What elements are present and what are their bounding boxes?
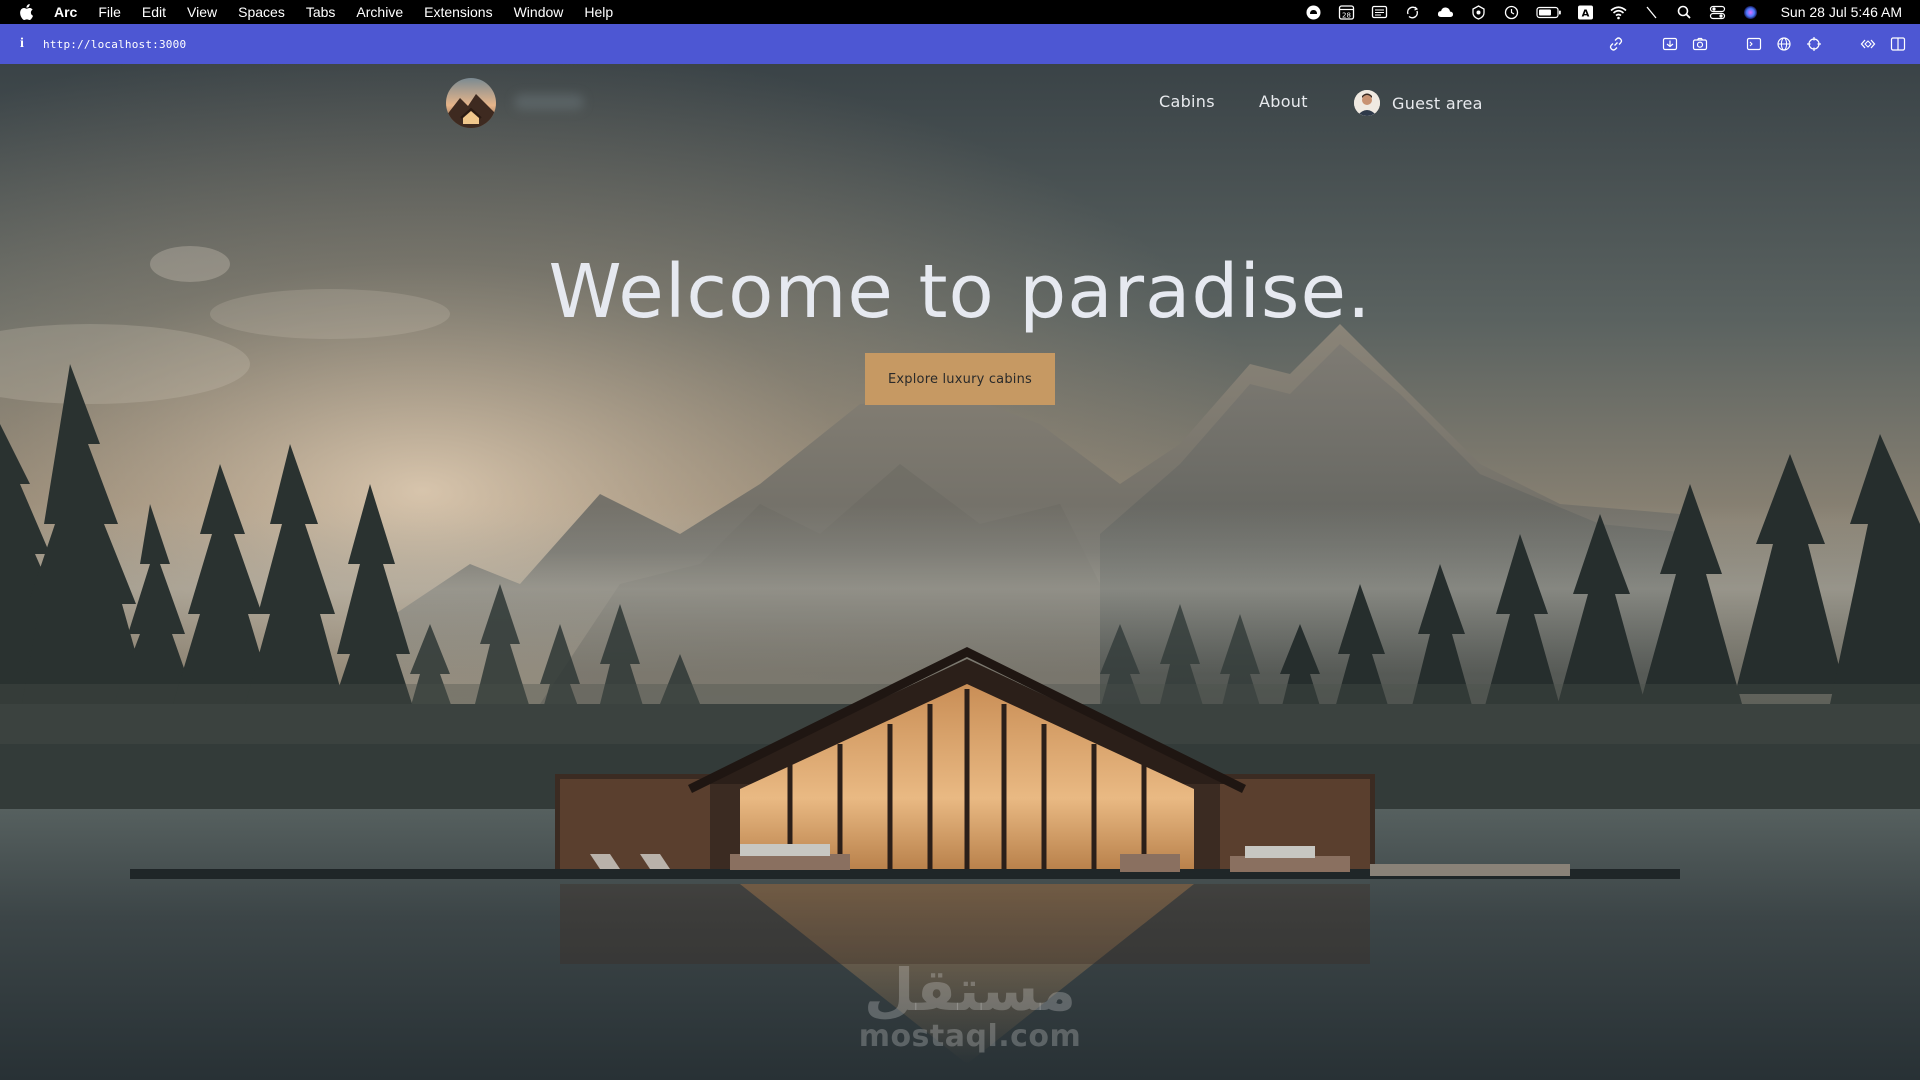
- menu-extensions[interactable]: Extensions: [424, 4, 492, 20]
- split-view-icon[interactable]: [1888, 34, 1908, 54]
- vpn-icon[interactable]: [1470, 4, 1488, 20]
- crosshair-icon[interactable]: [1804, 34, 1824, 54]
- link-icon[interactable]: [1606, 34, 1626, 54]
- menu-edit[interactable]: Edit: [142, 4, 166, 20]
- explore-cabins-button[interactable]: Explore luxury cabins: [865, 353, 1055, 405]
- guest-area-label: Guest area: [1392, 93, 1483, 113]
- svg-text:28: 28: [1342, 11, 1351, 19]
- keyboard-input-icon[interactable]: A: [1577, 4, 1595, 20]
- menu-tabs[interactable]: Tabs: [306, 4, 336, 20]
- calendar-icon[interactable]: 28: [1338, 4, 1356, 20]
- nav-link-about[interactable]: About: [1259, 92, 1308, 111]
- menu-archive[interactable]: Archive: [356, 4, 403, 20]
- cloud-app-icon[interactable]: [1437, 4, 1455, 20]
- menu-file[interactable]: File: [98, 4, 121, 20]
- nav-guest-area[interactable]: Guest area: [1354, 90, 1483, 116]
- logo-text-blurred: [514, 94, 584, 110]
- wifi-icon[interactable]: [1610, 4, 1628, 20]
- spotlight-search-icon[interactable]: [1676, 4, 1694, 20]
- macos-menu-bar: Arc File Edit View Spaces Tabs Archive E…: [0, 0, 1920, 24]
- hero-background-image: [0, 64, 1920, 1080]
- sidebar-panel-icon[interactable]: [1744, 34, 1764, 54]
- menu-spaces[interactable]: Spaces: [238, 4, 285, 20]
- time-machine-icon[interactable]: [1503, 4, 1521, 20]
- svg-text:A: A: [1582, 8, 1590, 19]
- watermark: مستقل mostaql.com: [820, 960, 1120, 1054]
- url-text[interactable]: http://localhost:3000: [43, 38, 186, 51]
- hero-title: Welcome to paradise.: [548, 249, 1372, 335]
- site-logo[interactable]: [446, 78, 496, 128]
- code-icon[interactable]: [1858, 34, 1878, 54]
- user-avatar[interactable]: [1354, 90, 1380, 116]
- creative-cloud-icon[interactable]: [1305, 4, 1323, 20]
- screenshot-icon[interactable]: [1660, 34, 1680, 54]
- menubar-clock[interactable]: Sun 28 Jul 5:46 AM: [1781, 4, 1902, 20]
- nav-link-cabins[interactable]: Cabins: [1159, 92, 1215, 111]
- watermark-arabic: مستقل: [863, 956, 1077, 1024]
- site-info-icon[interactable]: i: [16, 36, 28, 52]
- menu-help[interactable]: Help: [584, 4, 613, 20]
- site-header: Cabins About Guest area: [0, 64, 1920, 144]
- menu-window[interactable]: Window: [514, 4, 564, 20]
- web-page: Cabins About Guest area Welcome to parad…: [0, 64, 1920, 1080]
- menu-app-name[interactable]: Arc: [54, 4, 77, 20]
- camera-icon[interactable]: [1690, 34, 1710, 54]
- browser-url-bar: i http://localhost:3000: [0, 24, 1920, 64]
- battery-icon[interactable]: [1535, 4, 1562, 20]
- slash-icon[interactable]: [1643, 4, 1661, 20]
- siri-icon[interactable]: [1742, 4, 1760, 20]
- apple-logo-icon[interactable]: [18, 3, 34, 21]
- notes-icon[interactable]: [1371, 4, 1389, 20]
- sync-icon[interactable]: [1404, 4, 1422, 20]
- control-center-icon[interactable]: [1709, 4, 1727, 20]
- menu-view[interactable]: View: [187, 4, 217, 20]
- watermark-latin: mostaql.com: [858, 1019, 1082, 1054]
- globe-icon[interactable]: [1774, 34, 1794, 54]
